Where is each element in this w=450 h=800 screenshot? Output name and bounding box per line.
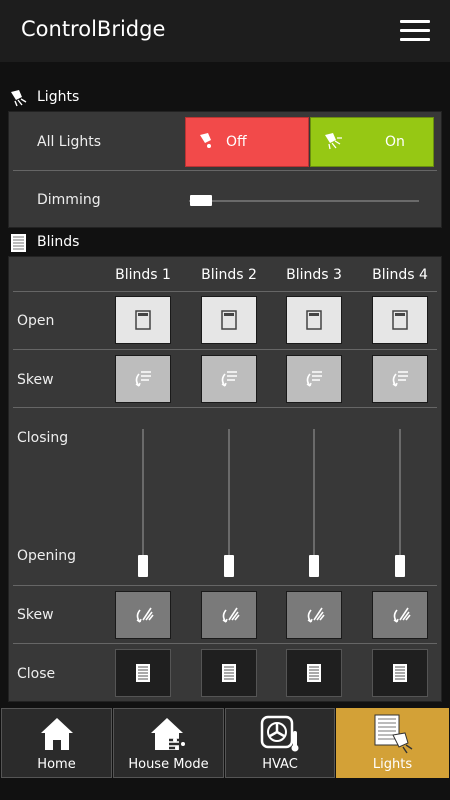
blinds-3-skew-up-button[interactable] [286,355,342,403]
row-divider [13,170,437,171]
blinds-2-position-thumb[interactable] [224,555,234,577]
skew-down-row-label: Skew [17,607,54,623]
blinds-panel: Blinds 1 Blinds 2 Blinds 3 Blinds 4 Open… [8,256,442,702]
blinds-section-title: Blinds [37,234,80,250]
opening-label: Opening [17,548,77,564]
tab-house-mode[interactable]: House Mode [113,708,224,778]
blinds-icon [11,234,26,252]
row-divider [13,349,437,350]
all-lights-off-button[interactable]: Off [185,117,309,167]
lights-panel: All Lights Off On Dimming [8,111,442,228]
tab-lights-label: Lights [372,757,413,772]
closing-label: Closing [17,430,69,446]
blinds-column-header: Blinds 3 [286,267,342,283]
blinds-4-skew-down-button[interactable] [372,591,428,639]
blinds-column-header: Blinds 2 [201,267,257,283]
off-label: Off [226,134,247,150]
dimming-label: Dimming [37,192,101,208]
blinds-1-skew-up-button[interactable] [115,355,171,403]
skew-up-icon [392,371,408,387]
blinds-3-close-button[interactable] [286,649,342,697]
row-divider [13,291,437,292]
blinds-closed-icon [136,664,150,682]
row-divider [13,643,437,644]
blinds-open-icon [221,310,237,330]
blinds-1-close-button[interactable] [115,649,171,697]
skew-up-row-label: Skew [17,372,54,388]
skew-up-icon [221,371,237,387]
blinds-section-header: Blinds [0,229,450,257]
lights-section-title: Lights [37,89,80,105]
tab-lights[interactable]: Lights [336,708,449,778]
skew-down-icon [307,607,325,623]
blinds-1-skew-down-button[interactable] [115,591,171,639]
blinds-4-position-thumb[interactable] [395,555,405,577]
dimming-slider-thumb[interactable] [190,195,212,206]
hvac-icon [260,715,299,752]
tab-hvac[interactable]: HVAC [225,708,335,778]
skew-up-icon [306,371,322,387]
blinds-4-open-button[interactable] [372,296,428,344]
skew-down-icon [393,607,411,623]
lights-icon [374,714,412,754]
blinds-closed-icon [393,664,407,682]
skew-down-icon [222,607,240,623]
blinds-column-header: Blinds 4 [372,267,428,283]
tab-house-mode-label: House Mode [128,757,209,772]
close-row-label: Close [17,666,56,682]
all-lights-label: All Lights [37,134,102,150]
tab-hvac-label: HVAC [262,757,298,772]
skew-down-icon [136,607,154,623]
hamburger-menu-icon[interactable] [396,18,434,44]
blinds-3-position-thumb[interactable] [309,555,319,577]
title-bar: ControlBridge [0,0,450,62]
open-row-label: Open [17,313,55,329]
blinds-open-icon [135,310,151,330]
dimming-slider-track[interactable] [189,200,419,202]
all-lights-on-button[interactable]: On [310,117,434,167]
blinds-4-close-button[interactable] [372,649,428,697]
row-divider [13,585,437,586]
bottom-tab-bar: Home House Mode HVAC Lights [0,706,450,800]
blinds-closed-icon [222,664,236,682]
house-mode-icon [150,718,189,750]
home-icon [40,718,73,750]
skew-up-icon [135,371,151,387]
tab-home[interactable]: Home [1,708,112,778]
blinds-2-open-button[interactable] [201,296,257,344]
lights-section-header: Lights [0,84,450,112]
blinds-3-open-button[interactable] [286,296,342,344]
blinds-open-icon [306,310,322,330]
tab-home-label: Home [37,757,76,772]
app-title: ControlBridge [21,17,166,41]
blinds-1-open-button[interactable] [115,296,171,344]
row-divider [13,407,437,408]
on-label: On [385,134,405,150]
blinds-column-header: Blinds 1 [115,267,171,283]
blinds-4-skew-up-button[interactable] [372,355,428,403]
blinds-3-skew-down-button[interactable] [286,591,342,639]
blinds-closed-icon [307,664,321,682]
blinds-2-skew-up-button[interactable] [201,355,257,403]
blinds-2-skew-down-button[interactable] [201,591,257,639]
blinds-1-position-thumb[interactable] [138,555,148,577]
blinds-2-close-button[interactable] [201,649,257,697]
light-bulb-icon [11,90,27,107]
blinds-open-icon [392,310,408,330]
